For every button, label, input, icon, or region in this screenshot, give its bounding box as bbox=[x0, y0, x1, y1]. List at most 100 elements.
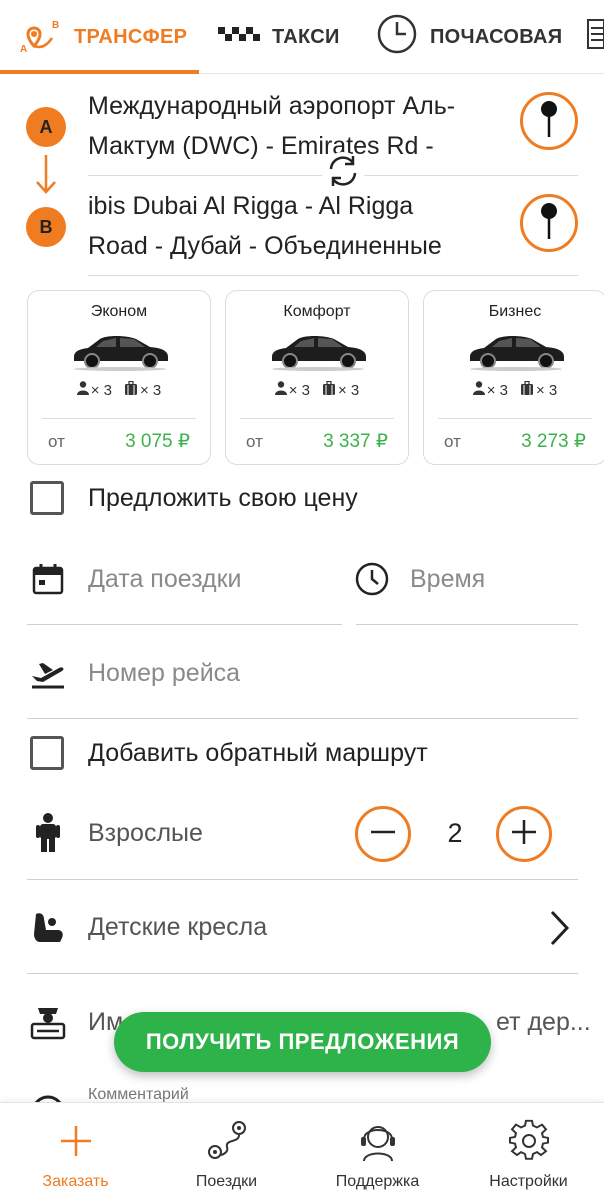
sign-name-label-right: ет дер... bbox=[496, 1008, 591, 1036]
from-address[interactable]: Международный аэропорт Аль- Мактум (DWC)… bbox=[88, 86, 508, 166]
get-offers-button[interactable]: ПОЛУЧИТЬ ПРЕДЛОЖЕНИЯ bbox=[114, 1012, 491, 1072]
document-icon bbox=[586, 16, 604, 58]
tab-taxi[interactable]: ТАКСИ bbox=[218, 0, 340, 74]
luggage-capacity: × 3 bbox=[338, 381, 360, 399]
tab-transfer[interactable]: A B ТРАНСФЕР bbox=[18, 0, 187, 74]
clock-icon bbox=[376, 13, 418, 61]
divider bbox=[88, 275, 578, 276]
price-from-label: от bbox=[444, 432, 461, 451]
active-tab-indicator bbox=[0, 70, 199, 74]
price-from-label: от bbox=[48, 432, 65, 451]
to-address[interactable]: ibis Dubai Al Rigga - Al Rigga Road - Ду… bbox=[88, 186, 508, 266]
passenger-capacity: × 3 bbox=[90, 381, 112, 399]
point-a-marker: A bbox=[26, 107, 66, 147]
nav-settings[interactable]: Настройки bbox=[453, 1103, 604, 1200]
divider bbox=[27, 879, 578, 880]
plus-icon bbox=[0, 1117, 151, 1165]
flight-number-field[interactable]: Номер рейса bbox=[88, 659, 240, 688]
divider bbox=[27, 973, 578, 974]
tab-label: ТРАНСФЕР bbox=[74, 25, 188, 48]
offer-price-checkbox[interactable] bbox=[30, 481, 64, 515]
car-image bbox=[466, 327, 566, 376]
car-class-name: Эконом bbox=[90, 303, 148, 320]
nav-support[interactable]: Поддержка bbox=[302, 1103, 453, 1200]
nav-label: Поездки bbox=[195, 1173, 258, 1190]
route-ab-icon: A B bbox=[18, 14, 62, 60]
adults-decrement-button[interactable] bbox=[355, 806, 411, 862]
from-address-line1: Международный аэропорт Аль- bbox=[88, 92, 456, 120]
adults-count: 2 bbox=[447, 818, 463, 848]
adult-person-icon bbox=[28, 813, 68, 853]
bottom-navigation: Заказать Поездки Поддержка Настройки bbox=[0, 1102, 604, 1200]
to-map-pin-button[interactable] bbox=[520, 194, 578, 252]
headset-icon bbox=[302, 1117, 453, 1165]
nav-order[interactable]: Заказать bbox=[0, 1103, 151, 1200]
nav-label: Заказать bbox=[42, 1173, 109, 1190]
luggage-capacity: × 3 bbox=[140, 381, 162, 399]
card-divider bbox=[438, 418, 592, 419]
tab-partial[interactable] bbox=[586, 0, 604, 74]
car-capacity: × 3 × 3 bbox=[226, 380, 408, 399]
trip-time-field[interactable]: Время bbox=[410, 565, 485, 594]
time-clock-icon bbox=[354, 561, 390, 602]
to-address-line2: Road - Дубай - Объединенные bbox=[88, 232, 442, 260]
car-class-card-comfort[interactable]: Комфорт × 3 × 3 от 3 337 ₽ bbox=[225, 290, 409, 465]
car-image bbox=[70, 327, 170, 376]
tab-hourly[interactable]: ПОЧАСОВАЯ bbox=[376, 0, 562, 74]
passenger-icon bbox=[76, 381, 89, 399]
nav-label: Настройки bbox=[489, 1173, 568, 1190]
tab-label: ТАКСИ bbox=[272, 25, 340, 48]
car-image bbox=[268, 327, 368, 376]
svg-text:B: B bbox=[52, 20, 60, 31]
map-pin-icon bbox=[537, 201, 561, 246]
passenger-icon bbox=[472, 381, 485, 399]
card-divider bbox=[42, 418, 196, 419]
checkered-taxi-icon bbox=[218, 26, 260, 49]
car-price: 3 337 ₽ bbox=[323, 431, 388, 452]
point-b-marker: B bbox=[26, 207, 66, 247]
service-tabs: A B ТРАНСФЕР ТАКСИ ПОЧАСОВАЯ bbox=[0, 0, 604, 74]
car-class-card-economy[interactable]: Эконом × 3 × 3 от 3 075 ₽ bbox=[27, 290, 211, 465]
return-route-label: Добавить обратный маршрут bbox=[88, 739, 428, 767]
trip-date-field[interactable]: Дата поездки bbox=[88, 565, 242, 594]
car-class-name: Комфорт bbox=[283, 303, 351, 320]
car-price: 3 075 ₽ bbox=[125, 431, 190, 452]
luggage-icon bbox=[124, 380, 138, 399]
car-class-name: Бизнес bbox=[488, 303, 542, 320]
arrow-down-icon bbox=[34, 153, 58, 200]
adults-label: Взрослые bbox=[88, 819, 203, 847]
tab-label: ПОЧАСОВАЯ bbox=[430, 25, 563, 48]
passenger-capacity: × 3 bbox=[486, 381, 508, 399]
from-map-pin-button[interactable] bbox=[520, 92, 578, 150]
driver-sign-icon bbox=[28, 1002, 68, 1042]
return-route-checkbox[interactable] bbox=[30, 736, 64, 770]
luggage-icon bbox=[322, 380, 336, 399]
offer-price-label: Предложить свою цену bbox=[88, 484, 358, 512]
luggage-capacity: × 3 bbox=[536, 381, 558, 399]
passenger-icon bbox=[274, 381, 287, 399]
car-capacity: × 3 × 3 bbox=[28, 380, 210, 399]
time-field-underline bbox=[356, 624, 578, 625]
svg-text:A: A bbox=[20, 44, 28, 54]
plane-departure-icon bbox=[28, 653, 68, 693]
price-from-label: от bbox=[246, 432, 263, 451]
flight-field-underline bbox=[27, 718, 578, 719]
calendar-icon bbox=[28, 559, 68, 599]
passenger-capacity: × 3 bbox=[288, 381, 310, 399]
gear-icon bbox=[453, 1117, 604, 1165]
plus-icon bbox=[508, 816, 540, 853]
car-capacity: × 3 × 3 bbox=[424, 380, 604, 399]
adults-increment-button[interactable] bbox=[496, 806, 552, 862]
car-class-card-business[interactable]: Бизнес × 3 × 3 от 3 273 ₽ bbox=[423, 290, 604, 465]
to-address-line1: ibis Dubai Al Rigga - Al Rigga bbox=[88, 192, 414, 220]
nav-trips[interactable]: Поездки bbox=[151, 1103, 302, 1200]
chevron-right-icon[interactable] bbox=[546, 908, 572, 953]
minus-icon bbox=[367, 816, 399, 853]
child-seat-icon bbox=[28, 908, 68, 948]
date-field-underline bbox=[27, 624, 342, 625]
from-address-line2: Мактум (DWC) - Emirates Rd - bbox=[88, 132, 434, 160]
card-divider bbox=[240, 418, 394, 419]
nav-label: Поддержка bbox=[335, 1173, 420, 1190]
child-seats-label[interactable]: Детские кресла bbox=[88, 913, 267, 942]
map-pin-icon bbox=[537, 99, 561, 144]
